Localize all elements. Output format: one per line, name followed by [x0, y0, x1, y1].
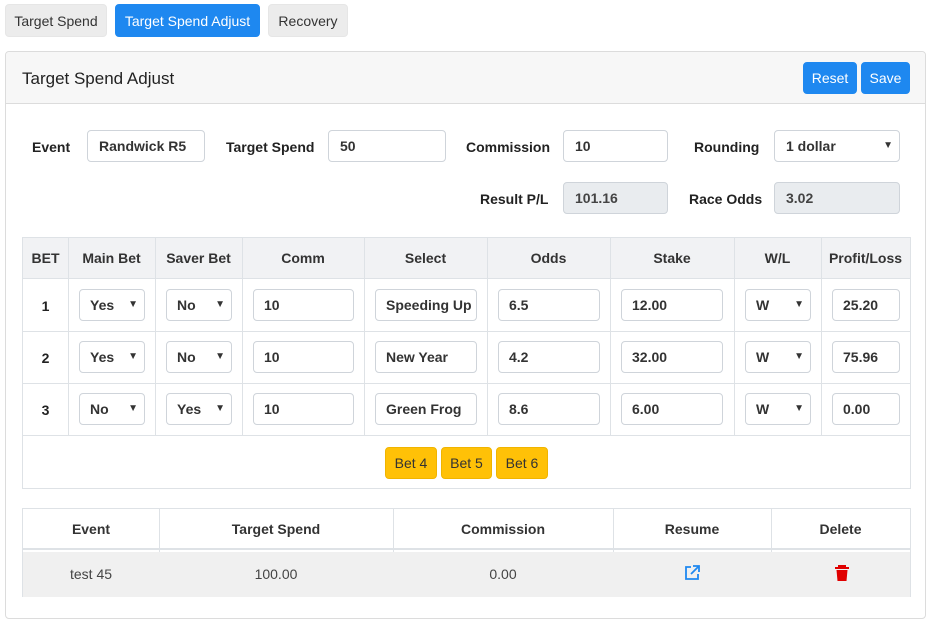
saver-bet-select[interactable]: No ▼	[166, 289, 232, 321]
chevron-down-icon: ▼	[215, 351, 225, 362]
main-bet-select[interactable]: No ▼	[79, 393, 145, 425]
column-header: BET	[31, 250, 60, 266]
main-bet-value: Yes	[90, 297, 115, 313]
main-bet-select[interactable]: Yes ▼	[79, 341, 145, 373]
profit-loss-input[interactable]: 75.96	[832, 341, 900, 373]
add-bet-5-button[interactable]: Bet 5	[441, 447, 492, 479]
wl-value: W	[756, 349, 770, 365]
comm-input[interactable]: 10	[253, 289, 354, 321]
main-bet-value: Yes	[90, 349, 115, 365]
column-header: Resume	[664, 521, 720, 537]
profit-loss-input[interactable]: 25.20	[832, 289, 900, 321]
card-title: Target Spend Adjust	[22, 69, 175, 88]
column-header: Event	[71, 521, 111, 537]
chevron-down-icon: ▼	[215, 403, 225, 414]
saver-bet-select[interactable]: No ▼	[166, 341, 232, 373]
rounding-select-value: 1 dollar	[786, 138, 836, 154]
column-header: Comm	[281, 250, 325, 266]
table-row: test 45 100.00 0.00	[23, 552, 910, 597]
bets-table-header: BET Main Bet Saver Bet Comm Select Odds …	[23, 238, 910, 279]
main-bet-select[interactable]: Yes ▼	[79, 289, 145, 321]
saved-table-header: Event Target Spend Commission Resume Del…	[23, 509, 910, 550]
odds-input[interactable]: 4.2	[498, 341, 600, 373]
stake-input[interactable]: 32.00	[621, 341, 723, 373]
wl-value: W	[756, 401, 770, 417]
odds-input[interactable]: 6.5	[498, 289, 600, 321]
stake-input[interactable]: 12.00	[621, 289, 723, 321]
race-odds-label: Race Odds	[689, 191, 763, 207]
column-header: Commission	[460, 521, 545, 537]
event-input[interactable]: Randwick R5	[87, 130, 205, 162]
profit-loss-input[interactable]: 0.00	[832, 393, 900, 425]
saved-commission: 0.00	[489, 566, 517, 582]
commission-input[interactable]: 10	[563, 130, 668, 162]
result-pl-label: Result P/L	[480, 191, 549, 207]
chevron-down-icon: ▼	[794, 403, 804, 414]
save-button[interactable]: Save	[861, 62, 910, 94]
saver-bet-value: No	[177, 349, 196, 365]
chevron-down-icon: ▼	[128, 351, 138, 362]
card-header: Target Spend Adjust Reset Save	[6, 52, 925, 104]
reset-button[interactable]: Reset	[803, 62, 857, 94]
rounding-label: Rounding	[694, 139, 760, 155]
select-input[interactable]: Speeding Up	[375, 289, 477, 321]
tab-target-spend-adjust[interactable]: Target Spend Adjust	[115, 4, 260, 37]
saved-target-spend: 100.00	[254, 566, 298, 582]
comm-input[interactable]: 10	[253, 341, 354, 373]
commission-label: Commission	[466, 139, 551, 155]
bet-number: 2	[41, 350, 50, 366]
tab-recovery[interactable]: Recovery	[268, 4, 348, 37]
wl-value: W	[756, 297, 770, 313]
bets-table: BET Main Bet Saver Bet Comm Select Odds …	[22, 237, 911, 489]
tab-target-spend[interactable]: Target Spend	[5, 4, 107, 37]
chevron-down-icon: ▼	[883, 140, 893, 151]
wl-select[interactable]: W ▼	[745, 289, 811, 321]
column-header: Delete	[819, 521, 862, 537]
column-header: Profit/Loss	[828, 250, 903, 266]
wl-select[interactable]: W ▼	[745, 393, 811, 425]
wl-select[interactable]: W ▼	[745, 341, 811, 373]
column-header: Main Bet	[82, 250, 141, 266]
add-bet-6-button[interactable]: Bet 6	[496, 447, 548, 479]
column-header: Saver Bet	[166, 250, 231, 266]
select-input[interactable]: Green Frog	[375, 393, 477, 425]
saved-event-name: test 45	[69, 566, 113, 582]
column-header: Odds	[530, 250, 567, 266]
event-label: Event	[32, 139, 71, 155]
chevron-down-icon: ▼	[128, 299, 138, 310]
saver-bet-value: Yes	[177, 401, 202, 417]
chevron-down-icon: ▼	[215, 299, 225, 310]
column-header: Stake	[653, 250, 691, 266]
target-spend-label: Target Spend	[226, 139, 315, 155]
race-odds-field: 3.02	[774, 182, 900, 214]
comm-input[interactable]: 10	[253, 393, 354, 425]
column-header: Target Spend	[231, 521, 321, 537]
chevron-down-icon: ▼	[794, 299, 804, 310]
saver-bet-select[interactable]: Yes ▼	[166, 393, 232, 425]
chevron-down-icon: ▼	[794, 351, 804, 362]
chevron-down-icon: ▼	[128, 403, 138, 414]
target-spend-adjust-card: Target Spend Adjust Reset Save Event Ran…	[5, 51, 926, 619]
trash-icon[interactable]	[833, 564, 851, 582]
main-bet-value: No	[90, 401, 109, 417]
column-header: Select	[404, 250, 447, 266]
select-input[interactable]: New Year	[375, 341, 477, 373]
result-pl-field: 101.16	[563, 182, 668, 214]
column-header: W/L	[764, 250, 791, 266]
bet-number: 3	[41, 402, 50, 418]
saved-events-table: Event Target Spend Commission Resume Del…	[22, 508, 911, 597]
saver-bet-value: No	[177, 297, 196, 313]
external-link-icon[interactable]	[683, 564, 701, 582]
rounding-select[interactable]: 1 dollar ▼	[774, 130, 900, 162]
target-spend-input[interactable]: 50	[328, 130, 446, 162]
odds-input[interactable]: 8.6	[498, 393, 600, 425]
bet-number: 1	[41, 298, 50, 314]
add-bet-4-button[interactable]: Bet 4	[385, 447, 437, 479]
stake-input[interactable]: 6.00	[621, 393, 723, 425]
